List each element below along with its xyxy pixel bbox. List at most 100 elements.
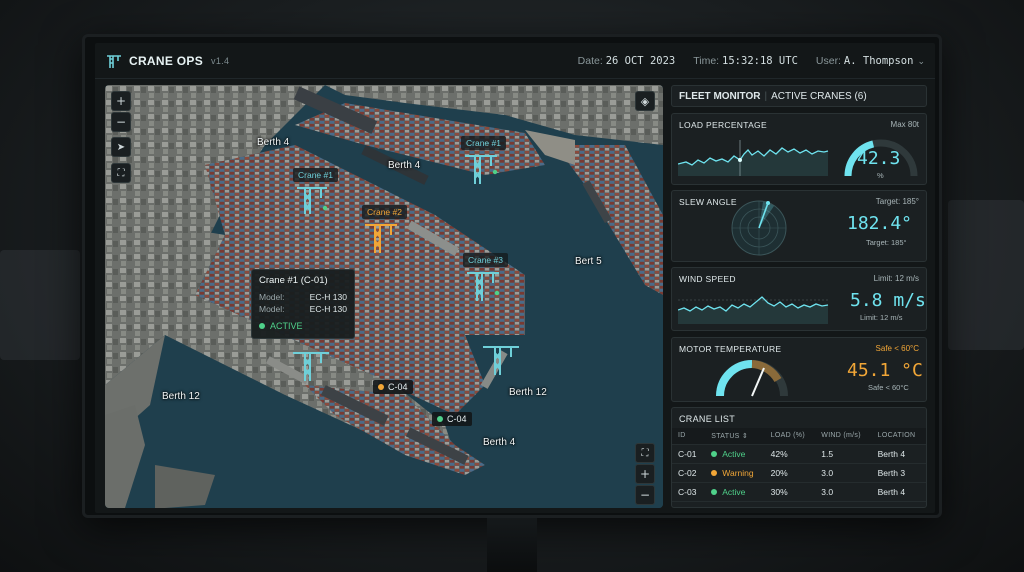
motor-safe: Safe < 60°C [875,344,919,353]
popup-key: Model: [259,292,285,302]
layers-icon[interactable]: ◈ [635,91,655,111]
fleet-title: FLEET MONITOR [679,90,761,102]
crane-logo-icon [107,54,121,68]
cell-load: 20% [764,462,816,482]
cell-location: Berth 3 [871,462,926,482]
berth-label: Berth 4 [483,437,516,448]
table-row[interactable]: C-02 Warning 20% 3.0 Berth 3 [672,462,926,482]
table-row[interactable]: C-01 Active 42% 1.5 Berth 4 [672,443,926,463]
popup-title: Crane #1 (C-01) [259,275,328,286]
wind-sparkline [678,296,830,324]
monitor-stand [487,518,537,572]
wind-value: 5.8 m/s [850,290,926,311]
load-title: LOAD PERCENTAGE [679,120,767,130]
col-location[interactable]: LOCATION [871,428,926,444]
cell-status: Warning [705,463,765,482]
popup-status-label: ACTIVE [270,321,303,331]
user-label: User: [815,54,841,67]
crane-popup: Crane #1 (C-01) Model: EC-H 130 Model: EC-… [251,269,355,339]
fullscreen-icon[interactable]: ⛶ [111,163,131,183]
load-card: LOAD PERCENTAGE Max 80t 42.3 % [671,113,927,185]
wind-card: WIND SPEED Limit: 12 m/s 5.8 m/s Limit: … [671,267,927,331]
cell-status: Active [705,444,765,463]
port-map[interactable]: + − ➤ ⛶ ◈ ⛶ + − Berth 4 Berth 4 Bert 5 B… [105,85,663,508]
wind-title: WIND SPEED [679,274,736,284]
cell-id: C-01 [672,443,706,463]
background-screen [948,200,1024,350]
slew-target: Target: 185° [875,197,919,206]
load-value: 42.3 [857,148,901,169]
status-label: Active [722,449,746,459]
cell-location: Berth 4 [871,443,926,463]
fleet-monitor-header: FLEET MONITOR | ACTIVE CRANES (6) [671,85,927,107]
col-load[interactable]: LOAD (%) [764,428,816,444]
status-dot [259,323,265,329]
crane-icon[interactable] [291,347,331,383]
crane-tag-label: C-04 [388,382,408,392]
locate-icon[interactable]: ➤ [111,137,131,157]
app-version: v1.4 [211,55,230,66]
monitor: CRANE OPS v1.4 Date: 26 OCT 2023 Time: 1… [82,34,942,518]
zoom-out-button[interactable]: − [111,112,131,132]
slew-value: 182.4° [847,213,913,234]
slew-radar [731,200,787,256]
table-row[interactable]: C-04 Warning 40%2.5Berth 2 [672,500,926,507]
cell-id: C-03 [672,481,706,501]
popup-value: EC-H 130 [309,292,347,302]
status-dot [711,470,718,476]
popup-status: ACTIVE [259,321,347,331]
date-label: Date: [577,54,603,67]
crane-icon[interactable] [481,341,521,377]
wind-sub: Limit: 12 m/s [860,313,903,322]
berth-label: Berth 12 [162,391,200,402]
time-display: Time: 15:32:18 UTC [693,55,798,67]
popup-row: Model: EC-H 130 [259,291,347,303]
status-label: Warning [722,506,753,507]
load-unit: % [877,171,884,180]
wind-limit: Limit: 12 m/s [873,274,919,283]
app-name: CRANE OPS [129,53,204,68]
sort-icon[interactable]: ⇕ [742,433,748,440]
date-display: Date: 26 OCT 2023 [578,55,676,67]
crane-label[interactable]: Crane #1 [293,168,338,182]
satellite-map-base [105,85,663,508]
crane-label[interactable]: Crane #2 [362,205,407,219]
status-dot [711,489,718,495]
app-brand: CRANE OPS v1.4 [105,53,229,69]
cell-location: Berth 2 [871,500,926,507]
cell-id: C-02 [672,462,706,482]
user-menu[interactable]: User: A. Thompson ⌄ [816,55,925,67]
zoom-in-button[interactable]: + [635,464,655,484]
chevron-down-icon: ⌄ [917,55,925,66]
col-status-label: STATUS [711,433,740,440]
user-name: A. Thompson [843,54,914,67]
cell-wind: 3.0 [815,481,872,501]
crane-icon[interactable] [295,182,329,216]
crane-icon[interactable] [363,219,399,255]
col-wind[interactable]: WIND (m/s) [815,428,872,444]
cell-wind: 2.5 [815,500,872,507]
cell-wind: 1.5 [815,443,872,463]
col-id[interactable]: ID [672,428,706,444]
cell-load: 42% [764,443,816,463]
crane-tag[interactable]: C-04 [432,412,472,426]
zoom-in-button[interactable]: + [111,91,131,111]
app-screen: CRANE OPS v1.4 Date: 26 OCT 2023 Time: 1… [95,43,935,513]
slew-title: SLEW ANGLE [679,197,737,207]
motor-title: MOTOR TEMPERATURE [679,344,782,354]
crane-label[interactable]: Crane #3 [463,253,508,267]
table-row[interactable]: C-03 Active 30% 3.0 Berth 4 [672,481,926,501]
berth-label: Berth 4 [257,137,290,148]
status-dot [711,451,718,457]
crane-tag[interactable]: C-04 [373,380,413,394]
cell-load: 30% [764,481,816,501]
col-status[interactable]: STATUS ⇕ [705,428,765,444]
crane-icon[interactable] [465,267,501,303]
crane-icon[interactable] [463,150,499,186]
status-dot [437,416,443,422]
fullscreen-icon[interactable]: ⛶ [635,443,655,463]
crane-label[interactable]: Crane #1 [461,136,506,150]
zoom-out-button[interactable]: − [635,485,655,505]
status-label: Warning [722,468,754,478]
fleet-panel: FLEET MONITOR | ACTIVE CRANES (6) LOAD PER… [671,85,927,508]
